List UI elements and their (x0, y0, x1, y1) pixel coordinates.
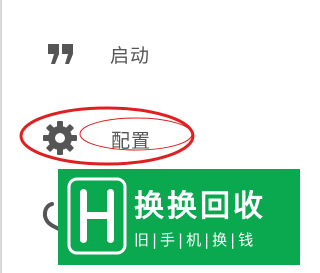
watermark-banner: 换换回收 旧|手|机|换|钱 (58, 169, 300, 265)
watermark-subtitle: 旧|手|机|换|钱 (134, 231, 257, 249)
watermark-title: 换换回收 (134, 189, 266, 224)
highlight-circle (19, 106, 195, 166)
hui-logo (67, 177, 127, 255)
quote-icon (38, 32, 82, 76)
menu-item-start[interactable]: 启动 (0, 24, 300, 84)
menu-item-label: 启动 (110, 45, 151, 67)
